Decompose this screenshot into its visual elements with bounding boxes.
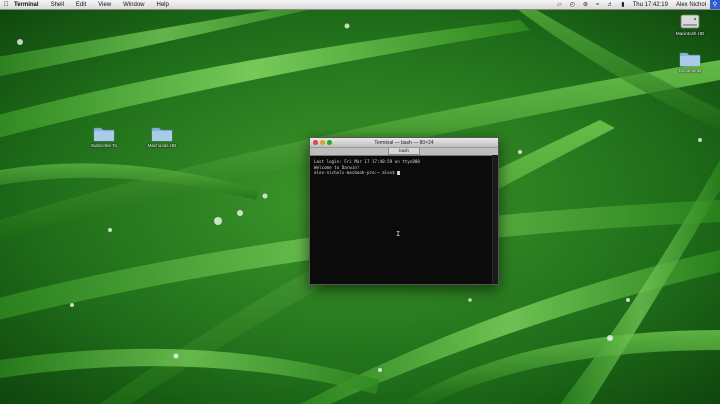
terminal-window[interactable]: Terminal — bash — 80×24 bash Last login:… — [309, 137, 499, 285]
menu-extras: ▱ ◴ ⊛ ≈ ♬ ▮ Thu 17:42:19 Alex Nichol ⚲ — [553, 0, 720, 9]
timemachine-icon[interactable]: ◴ — [566, 1, 579, 8]
spotlight-icon[interactable]: ⚲ — [710, 0, 720, 9]
terminal-scrollbar[interactable] — [492, 155, 498, 284]
desktop-icon-documents[interactable]: Documents — [664, 50, 716, 73]
desktop-icon-subscribe[interactable]: Subscribe To — [78, 125, 130, 148]
menu-shell[interactable]: Shell — [45, 2, 70, 8]
menu-help[interactable]: Help — [151, 2, 175, 8]
bluetooth-icon[interactable]: ⊛ — [579, 1, 592, 8]
battery-icon[interactable]: ▮ — [617, 1, 628, 8]
terminal-prompt: alex-nichols-macbook-pro:~ alex$ — [314, 170, 398, 175]
volume-icon[interactable]: ♬ — [603, 2, 617, 8]
folder-icon — [679, 52, 701, 67]
terminal-prompt-line: alex-nichols-macbook-pro:~ alex$ — [314, 170, 494, 176]
menu-window[interactable]: Window — [117, 2, 150, 8]
desktop-icon-label: Documents — [678, 68, 702, 73]
tab-bash[interactable]: bash — [388, 148, 420, 155]
drive-icon — [680, 14, 700, 29]
wifi-icon[interactable]: ≈ — [592, 2, 603, 8]
desktop-icon-macintosh-hd[interactable]: Macintosh HD — [664, 12, 716, 36]
menu-view[interactable]: View — [92, 2, 117, 8]
airplay-icon[interactable]: ▱ — [553, 1, 566, 8]
tab-bar: bash — [310, 147, 498, 156]
desktop-icon-label: Subscribe To — [91, 143, 117, 148]
ibeam-cursor-icon: I — [396, 230, 401, 238]
menu-user[interactable]: Alex Nichol — [672, 2, 710, 8]
desktop-icon-label: Macintosh HD — [675, 31, 705, 36]
window-title: Terminal — bash — 80×24 — [374, 139, 434, 146]
folder-icon — [151, 127, 173, 142]
menu-app-name[interactable]: Terminal — [12, 2, 45, 8]
menu-clock[interactable]: Thu 17:42:19 — [629, 2, 672, 8]
terminal-cursor — [397, 171, 401, 175]
menu-bar:  Terminal Shell Edit View Window Help ▱… — [0, 0, 720, 10]
window-titlebar[interactable]: Terminal — bash — 80×24 — [310, 138, 498, 147]
desktop-icon-machoods[interactable]: Machoods HD — [136, 125, 188, 148]
apple-menu-icon[interactable]:  — [0, 1, 12, 8]
folder-icon — [93, 127, 115, 142]
terminal-output[interactable]: Last login: Fri Mar 17 17:40:59 on ttys0… — [310, 156, 498, 179]
desktop-icon-label: Machoods HD — [147, 143, 177, 148]
menu-edit[interactable]: Edit — [70, 2, 92, 8]
